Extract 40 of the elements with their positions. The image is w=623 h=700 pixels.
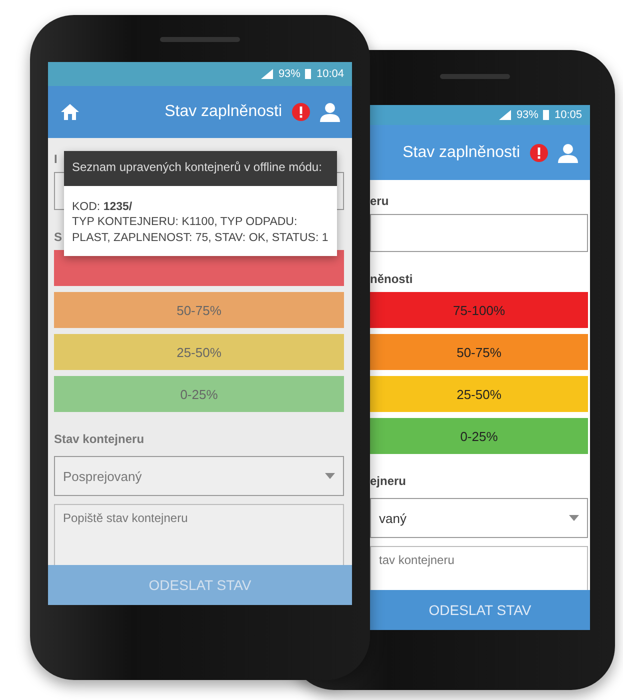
submit-button[interactable]: ODESLAT STAV [370, 590, 590, 630]
fill-level-button[interactable]: 75-100% [370, 292, 588, 328]
screen-title: Stav zaplněnosti [164, 103, 282, 121]
field-label: Stav kontejneru [54, 432, 144, 446]
fill-level-button[interactable]: 50-75% [54, 292, 344, 328]
fill-level-button[interactable]: 50-75% [370, 334, 588, 370]
home-icon[interactable] [60, 103, 80, 121]
battery-percent: 93% [516, 109, 538, 121]
user-icon[interactable] [320, 102, 340, 122]
description-field[interactable]: tav kontejneru [370, 546, 588, 590]
clock: 10:05 [554, 109, 582, 121]
field-label: I [54, 152, 58, 166]
battery-icon [543, 110, 550, 120]
battery-icon [305, 69, 312, 79]
field-label: ejneru [370, 474, 406, 488]
field-label: něnosti [370, 272, 413, 286]
fill-level-button[interactable]: 0-25% [54, 376, 344, 412]
speaker-grille [440, 74, 510, 79]
status-dropdown[interactable]: vaný [370, 498, 588, 538]
container-record: KOD: 1235/ [72, 200, 134, 215]
fill-level-button[interactable]: 0-25% [370, 418, 588, 454]
caret-icon [569, 515, 579, 521]
screen-title: Stav zaplněnosti [402, 144, 520, 162]
alert-icon [292, 103, 310, 121]
status-dropdown[interactable]: Posprejovaný [54, 456, 344, 496]
field-label: eru [370, 194, 389, 208]
user-icon[interactable] [558, 142, 578, 162]
container-record: TYP KONTEJNERU: K1100, TYP ODPADU: PLAST, ZAPLNENOST: 75, STAV: OK, STATUS: 1 [72, 215, 329, 246]
description-field[interactable]: Popiště stav kontejneru [54, 504, 344, 565]
field-label: S [54, 230, 62, 244]
clock: 10:04 [316, 68, 344, 80]
fill-level-button[interactable]: 25-50% [370, 376, 588, 412]
caret-icon [325, 473, 335, 479]
signal-icon [261, 69, 274, 79]
fill-level-button[interactable]: 25-50% [54, 334, 344, 370]
alert-icon [530, 144, 548, 162]
input-field[interactable] [370, 214, 588, 252]
signal-icon [499, 110, 512, 120]
battery-percent: 93% [278, 68, 300, 80]
dialog-title: Seznam upravených kontejnerů v offline módu: [64, 151, 337, 186]
